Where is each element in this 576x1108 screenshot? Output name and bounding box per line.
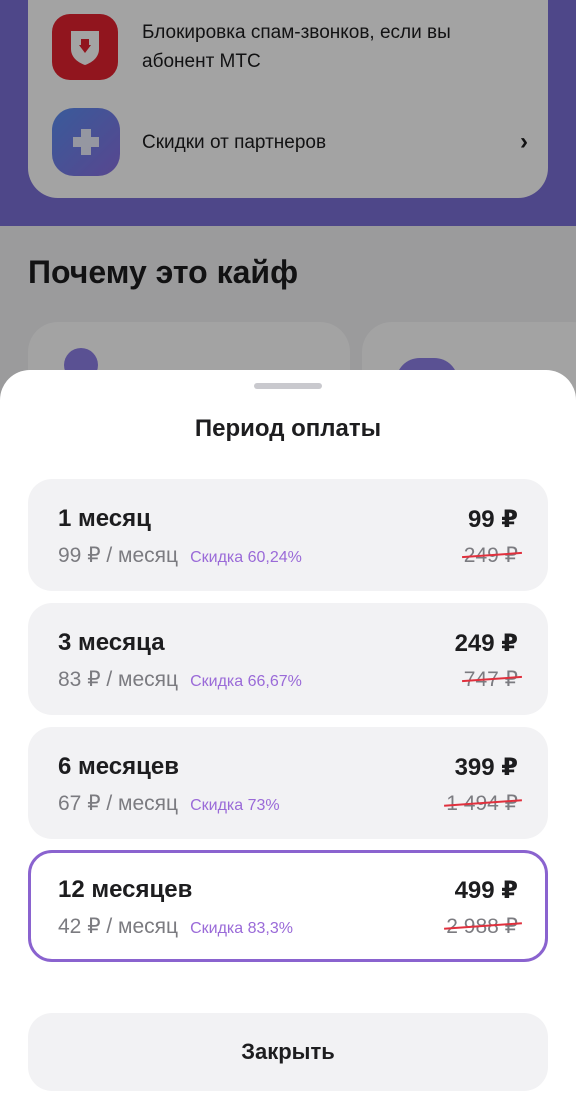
discount-label: Скидка 73%	[190, 797, 280, 814]
plan-details: 83 ₽ / месяц Скидка 66,67%	[58, 667, 302, 692]
discount-label: Скидка 60,24%	[190, 549, 302, 566]
old-price: 747 ₽	[461, 667, 522, 692]
price-per-month: 67 ₽ / месяц	[58, 792, 179, 815]
plan-details: 42 ₽ / месяц Скидка 83,3%	[58, 914, 293, 939]
discount-label: Скидка 66,67%	[190, 673, 302, 690]
plan-option-1-month[interactable]: 1 месяц 99 ₽ 99 ₽ / месяц Скидка 60,24% …	[28, 479, 548, 591]
plan-option-12-months[interactable]: 12 месяцев 499 ₽ 42 ₽ / месяц Скидка 83,…	[28, 850, 548, 962]
price-per-month: 42 ₽ / месяц	[58, 915, 179, 938]
old-price: 1 494 ₽	[444, 791, 522, 816]
sheet-title: Период оплаты	[194, 415, 382, 442]
plan-price: 99 ₽	[467, 506, 518, 533]
old-price: 2 988 ₽	[444, 914, 522, 939]
discount-label: Скидка 83,3%	[190, 920, 293, 937]
plan-name: 6 месяцев	[58, 753, 180, 780]
plan-option-6-months[interactable]: 6 месяцев 399 ₽ 67 ₽ / месяц Скидка 73% …	[28, 727, 548, 839]
plan-option-3-months[interactable]: 3 месяца 249 ₽ 83 ₽ / месяц Скидка 66,67…	[28, 603, 548, 715]
plan-price: 399 ₽	[454, 754, 518, 781]
price-per-month: 99 ₽ / месяц	[58, 544, 179, 567]
old-price: 249 ₽	[461, 543, 522, 568]
plan-price: 249 ₽	[454, 630, 518, 657]
plan-name: 3 месяца	[58, 629, 165, 656]
plan-name: 1 месяц	[58, 505, 151, 532]
plan-details: 99 ₽ / месяц Скидка 60,24%	[58, 543, 302, 568]
close-button[interactable]: Закрыть	[28, 1013, 548, 1091]
sheet-drag-handle[interactable]	[254, 383, 322, 389]
plan-details: 67 ₽ / месяц Скидка 73%	[58, 791, 280, 816]
price-per-month: 83 ₽ / месяц	[58, 668, 179, 691]
payment-period-sheet: Период оплаты 1 месяц 99 ₽ 99 ₽ / месяц …	[0, 370, 576, 1108]
plan-price: 499 ₽	[454, 877, 518, 904]
plan-name: 12 месяцев	[58, 876, 193, 903]
